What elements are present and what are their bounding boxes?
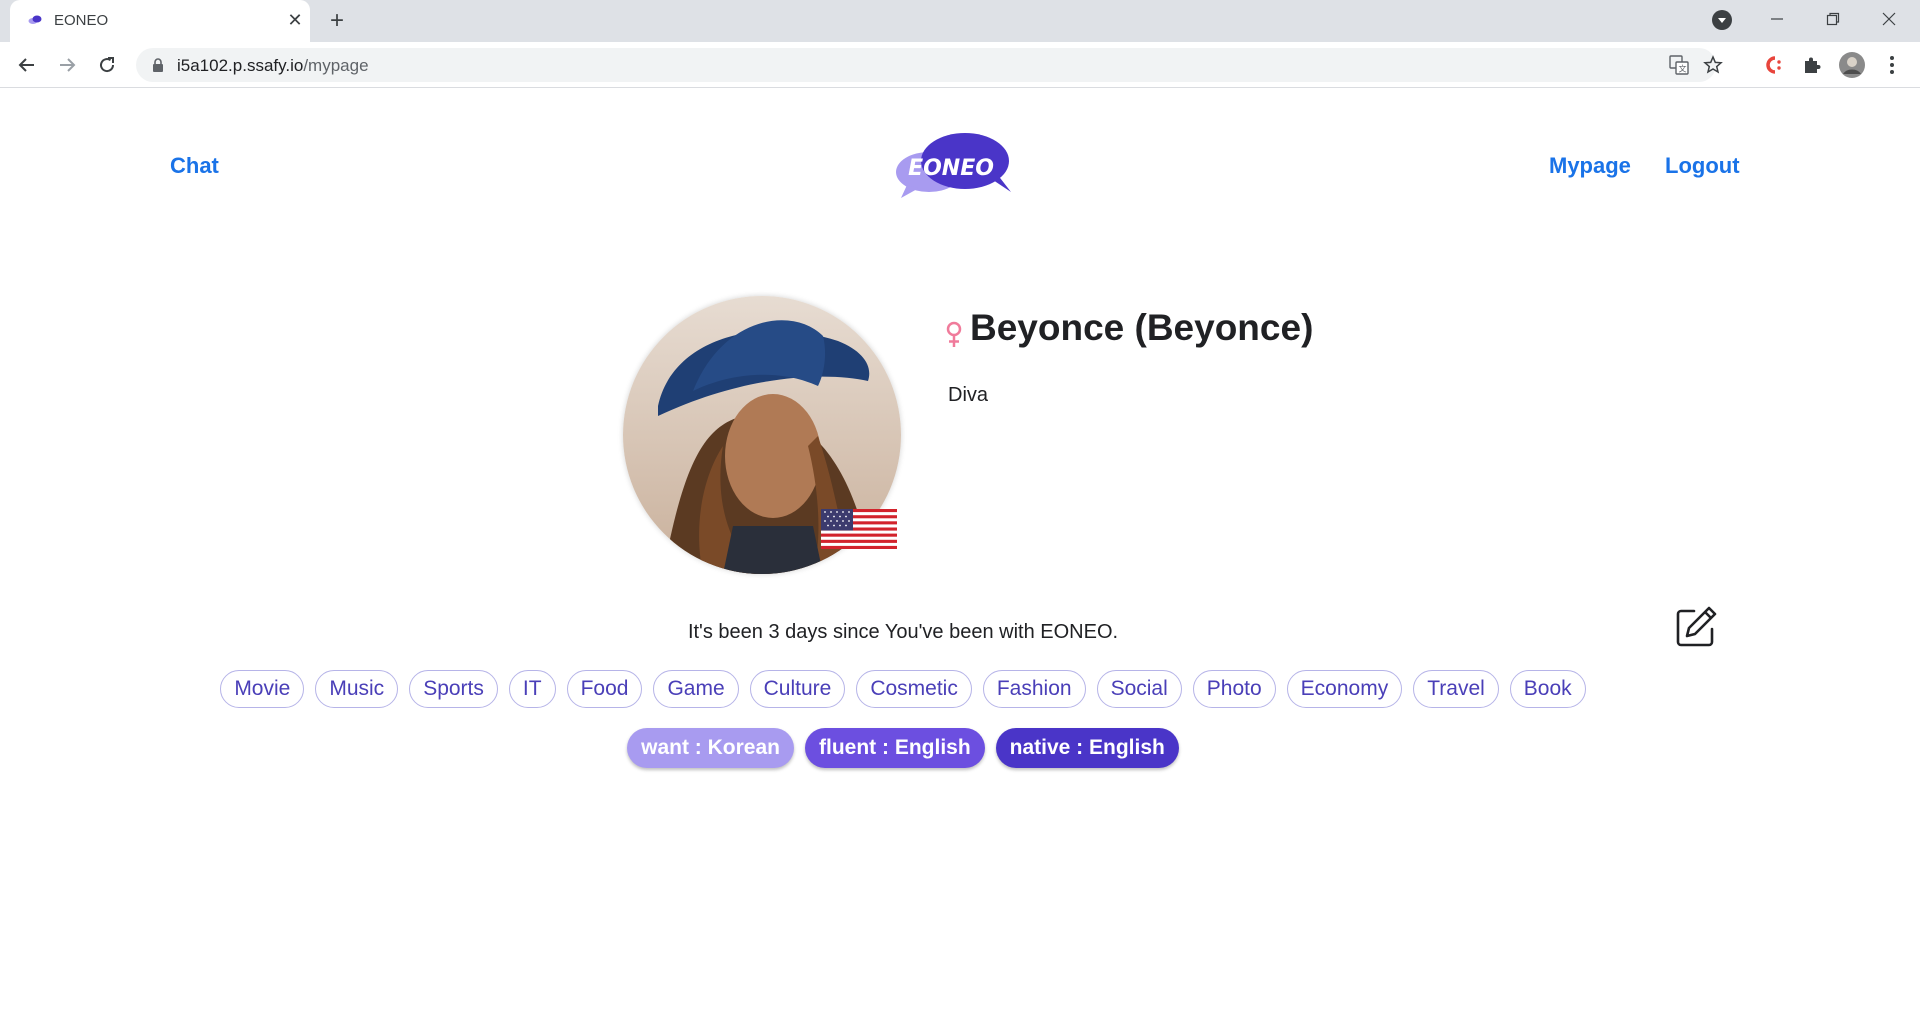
- reload-icon: [100, 57, 115, 73]
- extension-c-icon[interactable]: [1757, 50, 1787, 80]
- profile-avatar-icon[interactable]: [1837, 50, 1867, 80]
- interest-tag-music[interactable]: Music: [315, 670, 399, 708]
- url-text: i5a102.p.ssafy.io/mypage: [177, 56, 369, 75]
- interest-tag-food[interactable]: Food: [566, 670, 643, 708]
- minimize-icon: [1771, 18, 1783, 20]
- female-gender-icon: [946, 321, 962, 347]
- interest-tag-book[interactable]: Book: [1509, 670, 1586, 708]
- interest-tag-culture[interactable]: Culture: [749, 670, 846, 708]
- arrow-left-icon: [18, 58, 34, 72]
- browser-menu-icon[interactable]: [1877, 50, 1907, 80]
- close-icon: [1882, 12, 1896, 26]
- extensions-puzzle-icon[interactable]: [1797, 50, 1827, 80]
- language-native-badge: native : English: [995, 728, 1179, 768]
- interest-tag-game[interactable]: Game: [653, 670, 739, 708]
- browser-tab[interactable]: EONEO ✕: [10, 0, 310, 42]
- tab-close-button[interactable]: ✕: [284, 9, 306, 31]
- membership-duration-text: It's been 3 days since You've been with …: [687, 621, 1119, 643]
- interest-tag-fashion[interactable]: Fashion: [982, 670, 1086, 708]
- interest-tag-it[interactable]: IT: [508, 670, 556, 708]
- interest-tag-cosmetic[interactable]: Cosmetic: [856, 670, 972, 708]
- back-button[interactable]: [11, 49, 43, 81]
- browser-toolbar: i5a102.p.ssafy.io/mypage 文: [0, 42, 1920, 88]
- eoneo-logo[interactable]: EONEO: [893, 130, 1015, 200]
- interest-tag-travel[interactable]: Travel: [1413, 670, 1499, 708]
- address-bar[interactable]: i5a102.p.ssafy.io/mypage 文: [136, 48, 1723, 82]
- interest-tag-photo[interactable]: Photo: [1192, 670, 1276, 708]
- new-tab-button[interactable]: +: [322, 7, 352, 35]
- interest-tag-social[interactable]: Social: [1096, 670, 1182, 708]
- tab-search-icon[interactable]: [1712, 10, 1732, 30]
- browser-tabstrip: EONEO ✕ +: [0, 0, 1920, 42]
- us-flag-icon: [821, 509, 897, 549]
- nav-chat-link[interactable]: Chat: [170, 153, 219, 179]
- restore-icon: [1826, 12, 1840, 26]
- nav-mypage-link[interactable]: Mypage: [1549, 153, 1631, 179]
- mypage: Chat EONEO Mypage Logout Beyonce (Beyonc…: [0, 89, 1920, 1030]
- profile-bio: Diva: [948, 384, 989, 406]
- window-close-button[interactable]: [1861, 0, 1917, 38]
- arrow-right-icon: [60, 58, 76, 72]
- window-minimize-button[interactable]: [1749, 0, 1805, 38]
- logo-text: EONEO: [908, 156, 994, 181]
- svg-text:文: 文: [1679, 64, 1687, 74]
- translate-icon[interactable]: 文: [1668, 54, 1690, 76]
- eoneo-favicon-icon: [28, 15, 42, 24]
- lock-icon: [153, 58, 163, 72]
- forward-button[interactable]: [51, 49, 83, 81]
- window-restore-button[interactable]: [1805, 0, 1861, 38]
- reload-button[interactable]: [91, 49, 123, 81]
- interest-tags: Movie Music Sports IT Food Game Culture …: [0, 670, 1806, 708]
- language-badges: want : Korean fluent : English native : …: [0, 728, 1806, 768]
- nav-logout-link[interactable]: Logout: [1665, 153, 1740, 179]
- interest-tag-movie[interactable]: Movie: [220, 670, 305, 708]
- language-want-badge: want : Korean: [627, 728, 794, 768]
- tab-title: EONEO: [54, 12, 109, 29]
- profile-name: Beyonce (Beyonce): [970, 307, 1314, 348]
- edit-profile-icon[interactable]: [1674, 605, 1718, 649]
- bookmark-star-icon[interactable]: [1702, 54, 1724, 76]
- interest-tag-economy[interactable]: Economy: [1286, 670, 1403, 708]
- language-fluent-badge: fluent : English: [805, 728, 985, 768]
- interest-tag-sports[interactable]: Sports: [409, 670, 498, 708]
